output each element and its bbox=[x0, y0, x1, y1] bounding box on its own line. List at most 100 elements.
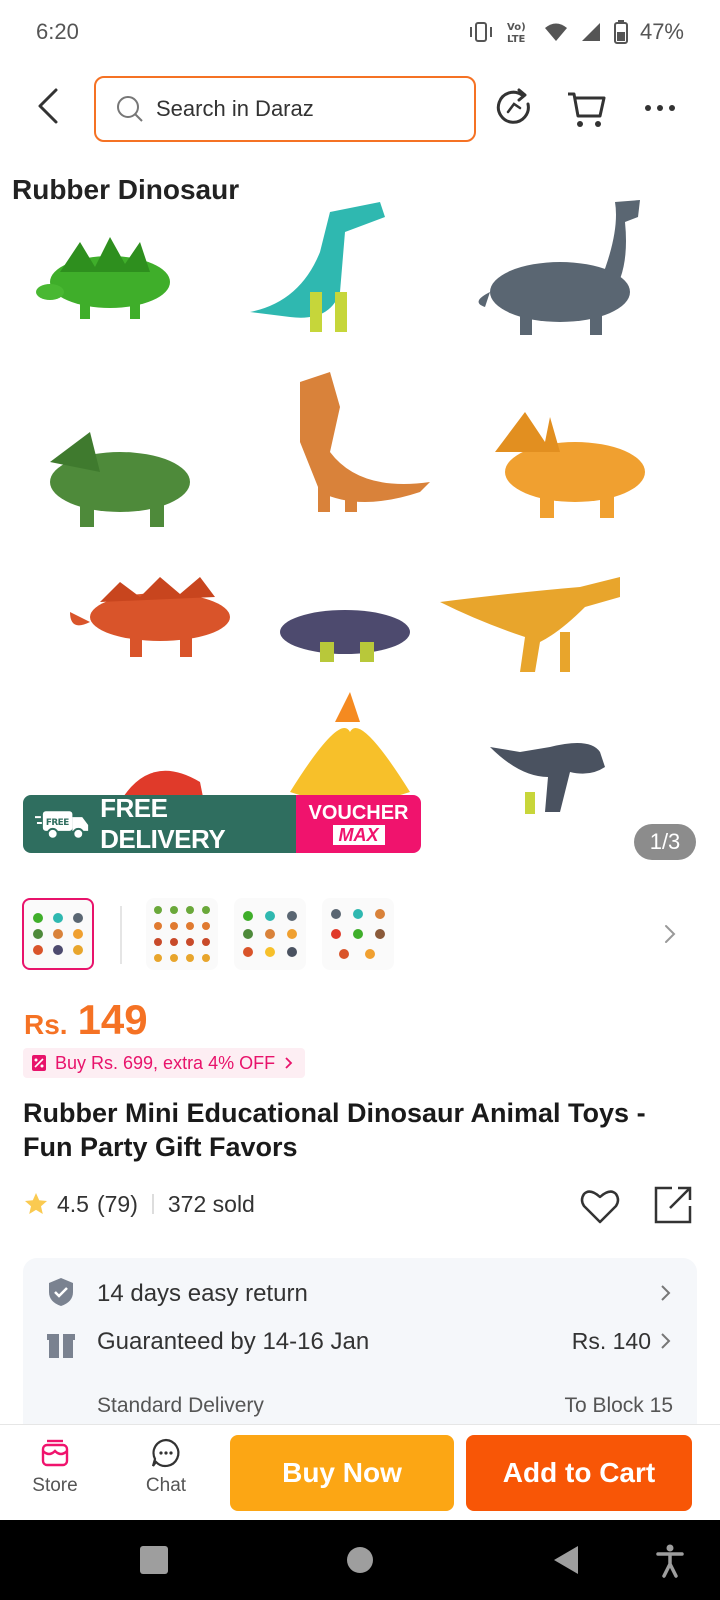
heart-icon bbox=[580, 1190, 620, 1224]
rating-separator bbox=[151, 1194, 154, 1214]
thumbnail-2[interactable] bbox=[146, 898, 218, 970]
share-button[interactable] bbox=[650, 1182, 696, 1228]
search-placeholder: Search in Daraz bbox=[156, 96, 314, 121]
thumbnail-image bbox=[243, 911, 297, 957]
orange-styracosaurus bbox=[495, 412, 645, 518]
chat-icon bbox=[151, 1438, 180, 1468]
star-icon bbox=[25, 1193, 47, 1214]
free-delivery-text: FREE DELIVERY bbox=[100, 795, 226, 853]
chat-label: Chat bbox=[145, 1475, 187, 1496]
rating-value: 4.5 bbox=[57, 1190, 89, 1217]
accessibility-button[interactable] bbox=[652, 1542, 688, 1578]
refresh-icon bbox=[496, 88, 530, 124]
thumbnail-image bbox=[331, 909, 385, 959]
chevron-left-icon bbox=[38, 88, 58, 124]
svg-text:LTE: LTE bbox=[507, 34, 526, 44]
signal-icon bbox=[581, 23, 600, 41]
more-button[interactable] bbox=[638, 86, 682, 130]
free-delivery-badge: FREE FREE DELIVERY bbox=[23, 795, 296, 853]
price-currency: Rs. bbox=[24, 1009, 68, 1040]
green-triceratops bbox=[50, 432, 190, 527]
orange-t-rex bbox=[300, 372, 430, 512]
chevron-right-icon bbox=[285, 1057, 293, 1069]
system-nav-bar bbox=[0, 1520, 720, 1600]
promo-banner[interactable]: FREE FREE DELIVERY VOUCHER MAX bbox=[23, 795, 421, 853]
voucher-max-badge: VOUCHER MAX bbox=[296, 795, 421, 853]
return-policy-text: 14 days easy return bbox=[97, 1280, 308, 1307]
purple-ankylosaurus bbox=[280, 610, 410, 662]
red-kentrosaurus bbox=[70, 577, 230, 657]
product-title: Rubber Mini Educational Dinosaur Animal … bbox=[23, 1098, 646, 1162]
wifi-icon bbox=[544, 23, 567, 41]
top-header: Search in Daraz bbox=[0, 72, 720, 146]
home-button[interactable] bbox=[342, 1542, 378, 1578]
back-button[interactable] bbox=[30, 86, 70, 126]
store-icon bbox=[41, 1439, 69, 1467]
thumbnail-next-button[interactable] bbox=[658, 920, 682, 948]
wishlist-button[interactable] bbox=[578, 1184, 622, 1228]
thumbnail-image bbox=[33, 913, 83, 955]
chevron-right-icon bbox=[665, 925, 676, 943]
price-amount: 149 bbox=[77, 996, 148, 1043]
dark-pachycephalosaurus bbox=[490, 743, 605, 814]
square-icon bbox=[140, 1546, 168, 1574]
cart-icon bbox=[568, 92, 606, 127]
store-label: Store bbox=[32, 1475, 78, 1496]
delivery-row[interactable]: Guaranteed by 14-16 Jan Rs. 140 bbox=[23, 1328, 697, 1438]
svg-text:FREE: FREE bbox=[46, 818, 69, 828]
bulk-discount-tag[interactable]: Buy Rs. 699, extra 4% OFF bbox=[23, 1048, 306, 1078]
product-price: Rs. 149 bbox=[24, 996, 148, 1044]
thumbnail-3[interactable] bbox=[234, 898, 306, 970]
gray-brachiosaurus bbox=[478, 200, 640, 335]
thumbnail-image bbox=[154, 906, 210, 962]
status-bar: 6:20 Vo) LTE 47% bbox=[0, 0, 720, 64]
product-image-gallery[interactable]: Rubber Dinosaur FREE FREE DELIVERY VOUCH… bbox=[0, 162, 720, 862]
more-dots-icon bbox=[645, 105, 675, 111]
svg-text:Vo): Vo) bbox=[507, 22, 526, 33]
discount-ticket-icon bbox=[32, 1055, 46, 1071]
bottom-action-bar: Store Chat Buy Now Add to Cart bbox=[0, 1424, 720, 1522]
bulk-discount-text: Buy Rs. 699, extra 4% OFF bbox=[55, 1052, 276, 1073]
buy-now-button[interactable]: Buy Now bbox=[230, 1435, 454, 1511]
cart-button[interactable] bbox=[564, 86, 608, 130]
back-nav-button[interactable] bbox=[548, 1542, 584, 1578]
chevron-right-icon bbox=[661, 1333, 671, 1349]
recents-button[interactable] bbox=[136, 1542, 172, 1578]
chevron-right-icon bbox=[661, 1285, 671, 1301]
share-icon bbox=[654, 1186, 692, 1224]
add-to-cart-button[interactable]: Add to Cart bbox=[466, 1435, 692, 1511]
shield-check-icon bbox=[49, 1278, 73, 1306]
accessibility-icon bbox=[656, 1544, 684, 1578]
gift-box-icon bbox=[47, 1334, 75, 1358]
thumbnail-divider bbox=[120, 906, 122, 964]
orange-raptor bbox=[440, 577, 620, 672]
blue-parasaurolophus bbox=[250, 202, 385, 332]
battery-percent: 47% bbox=[639, 19, 684, 44]
status-time: 6:20 bbox=[36, 19, 79, 44]
search-input[interactable]: Search in Daraz bbox=[94, 76, 476, 142]
vibrate-icon bbox=[469, 22, 492, 42]
dinosaur-image bbox=[36, 200, 645, 832]
delivery-location: To Block 15 bbox=[564, 1394, 673, 1417]
status-icons: Vo) LTE 47% bbox=[468, 19, 684, 45]
triangle-back-icon bbox=[554, 1546, 578, 1574]
thumbnail-4[interactable] bbox=[322, 898, 394, 970]
voucher-text: VOUCHER bbox=[308, 802, 409, 824]
review-count: (79) bbox=[96, 1190, 138, 1217]
battery-icon bbox=[613, 20, 628, 44]
delivery-truck-icon: FREE bbox=[35, 811, 89, 840]
delivery-price: Rs. 140 bbox=[571, 1328, 651, 1354]
history-button[interactable] bbox=[492, 86, 536, 130]
image-counter: 1/3 bbox=[634, 824, 696, 860]
chat-button[interactable]: Chat bbox=[126, 1437, 206, 1513]
delivery-guarantee-text: Guaranteed by 14-16 Jan bbox=[97, 1328, 370, 1355]
thumbnail-1[interactable] bbox=[22, 898, 94, 970]
circle-icon bbox=[347, 1547, 373, 1573]
max-text: MAX bbox=[332, 825, 385, 845]
delivery-type: Standard Delivery bbox=[97, 1394, 264, 1417]
return-policy-row[interactable]: 14 days easy return bbox=[23, 1258, 697, 1328]
store-button[interactable]: Store bbox=[15, 1437, 95, 1513]
yellow-pterodactyl bbox=[290, 692, 410, 802]
volte-icon: Vo)LTE bbox=[507, 22, 526, 44]
thumbnail-strip bbox=[0, 898, 720, 974]
